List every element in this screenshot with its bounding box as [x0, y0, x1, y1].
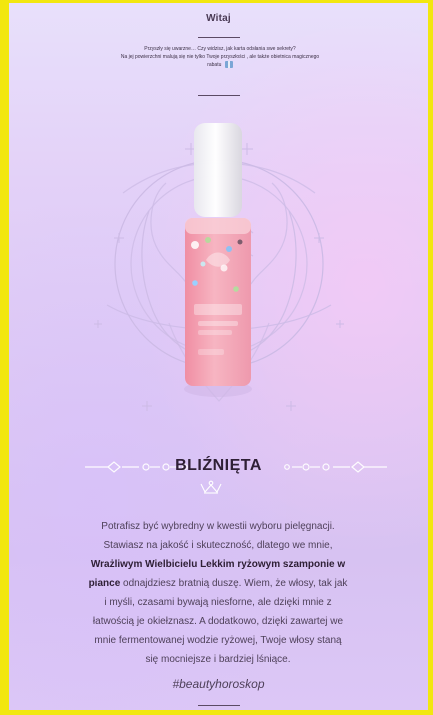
body-line-6: łatwością je okiełznasz. A dodatkowo, dz… — [92, 616, 344, 627]
body-line-3: Wrażliwym Wielbicielu Lekkim ryżowym sza… — [52, 555, 384, 574]
left-zodiac-ornament-icon — [85, 461, 188, 473]
intro-line-2: Na jej powierzchni malują się nie tylko … — [120, 54, 320, 60]
right-zodiac-ornament-icon — [284, 461, 387, 473]
horoscope-body: Potrafisz być wybredny w kwestii wyboru … — [52, 517, 384, 669]
intro-line-3: rabatu — [43, 61, 397, 69]
body-line-4: piance odnajdziesz bratnią duszę. Wiem, … — [52, 574, 384, 593]
product-name-part-1: Wrażliwym Wielbicielu Lekkim ryżowym sza… — [90, 559, 346, 570]
body-line-2: Stawiasz na jakość i skuteczność, dlateg… — [103, 540, 333, 551]
product-bottle-illustration — [184, 123, 252, 397]
crown-ornament-icon — [200, 480, 222, 494]
title-divider — [197, 37, 240, 38]
bottom-divider — [197, 705, 240, 706]
email-card: Witaj Przyszły się uwarzne… Czy widzisz,… — [9, 3, 428, 710]
sign-heading-row: BLIŹNIĘTA — [9, 457, 428, 477]
gift-emoji-icon — [224, 61, 233, 69]
body-line-4-text: odnajdziesz bratnią duszę. Wiem, że włos… — [123, 578, 348, 589]
intro-line-1: Przyszły się uwarzne… Czy widzisz, jak k… — [144, 46, 296, 52]
intro-line-3-text: rabatu — [207, 62, 222, 68]
product-name-part-2: piance — [88, 578, 121, 589]
body-line-8: się mocniejsze i bardziej lśniące. — [145, 654, 291, 665]
hashtag: #beautyhoroskop — [172, 677, 265, 691]
greeting-title: Witaj — [206, 13, 231, 24]
sign-title: BLIŹNIĘTA — [175, 457, 262, 474]
intro-text: Przyszły się uwarzne… Czy widzisz, jak k… — [43, 45, 397, 69]
body-line-5: i myśli, czasami bywają niesforne, ale d… — [104, 597, 332, 608]
body-line-7: mnie fermentowanej wodzie ryżowej, Twoje… — [94, 635, 342, 646]
intro-divider — [197, 95, 240, 96]
body-line-1: Potrafisz być wybredny w kwestii wyboru … — [101, 521, 335, 532]
